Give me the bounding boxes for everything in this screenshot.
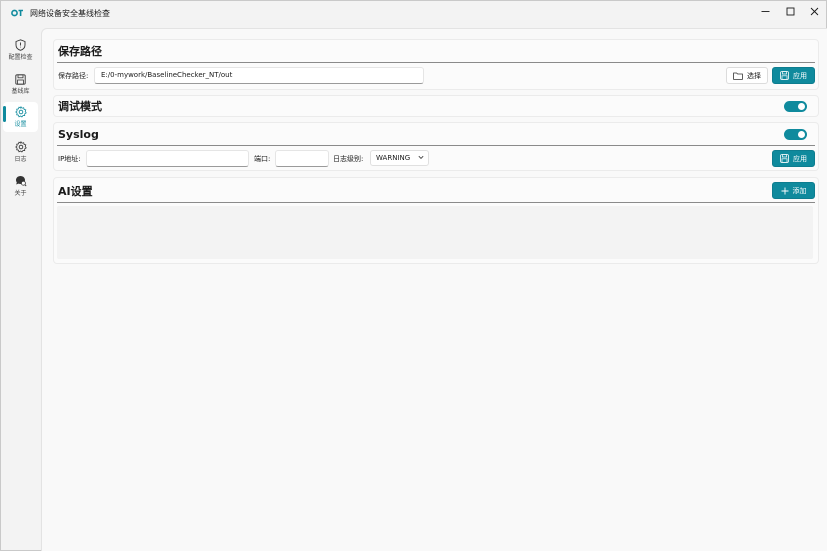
save-icon (15, 72, 26, 86)
sidebar-item-settings[interactable]: 设置 (3, 102, 38, 132)
apply-save-path-button[interactable]: 应用 (772, 67, 815, 84)
close-button[interactable] (802, 4, 826, 18)
sidebar-item-baseline-library[interactable]: 基线库 (3, 69, 38, 99)
settings-content: 保存路径 保存路径: E:/0-mywork/BaselineChecker_N… (41, 28, 827, 551)
select-folder-label: 选择 (747, 71, 761, 80)
section-divider (57, 62, 815, 63)
sidebar-item-about[interactable]: 关于 (3, 171, 38, 201)
gear-icon (14, 105, 27, 119)
minimize-icon (761, 10, 769, 12)
chevron-down-icon (418, 155, 424, 159)
window-title: 网络设备安全基线检查 (30, 9, 110, 18)
add-ai-config-button[interactable]: 添加 (772, 182, 815, 199)
select-folder-button[interactable]: 选择 (726, 67, 768, 84)
app-window: 网络设备安全基线检查 配置检查 基线库 设置 日志 关于 保存路径 保存路径: … (0, 0, 827, 551)
section-divider (57, 202, 815, 203)
sidebar-item-logs[interactable]: 日志 (3, 137, 38, 167)
close-icon (810, 7, 818, 15)
section-divider (57, 145, 815, 146)
debug-mode-card: 调试模式 (53, 95, 819, 117)
ai-settings-list (57, 206, 813, 259)
apply-label: 应用 (793, 71, 807, 80)
plus-icon (781, 187, 788, 194)
log-level-select[interactable]: WARNING (370, 150, 429, 166)
gear-icon (14, 140, 27, 154)
save-icon (780, 71, 789, 80)
sidebar-item-label: 关于 (14, 190, 27, 197)
toggle-knob (798, 131, 805, 138)
app-logo-icon (11, 9, 23, 17)
folder-icon (733, 72, 743, 80)
active-nav-indicator (3, 106, 6, 122)
syslog-card: Syslog IP地址: 端口: 日志级别: WARNING 应用 (53, 122, 819, 171)
maximize-button[interactable] (778, 4, 802, 18)
sidebar-item-label: 设置 (14, 121, 27, 128)
ip-address-label: IP地址: (58, 155, 81, 163)
save-path-card: 保存路径 保存路径: E:/0-mywork/BaselineChecker_N… (53, 39, 819, 90)
title-bar: 网络设备安全基线检查 (1, 1, 826, 28)
add-label: 添加 (792, 186, 807, 195)
log-level-label: 日志级别: (333, 155, 364, 163)
syslog-toggle[interactable] (784, 129, 807, 140)
save-path-input[interactable]: E:/0-mywork/BaselineChecker_NT/out (94, 67, 424, 84)
minimize-button[interactable] (753, 4, 777, 18)
sidebar-item-label: 配置检查 (8, 54, 33, 61)
section-title-syslog: Syslog (58, 128, 99, 141)
ai-settings-card: AI设置 添加 (53, 177, 819, 264)
toggle-knob (798, 103, 805, 110)
shield-icon (15, 38, 26, 52)
section-title-debug-mode: 调试模式 (58, 100, 102, 113)
sidebar-item-config-check[interactable]: 配置检查 (3, 35, 38, 65)
log-level-value: WARNING (376, 154, 411, 162)
sidebar-item-label: 日志 (14, 156, 27, 163)
maximize-icon (786, 7, 794, 15)
port-input[interactable] (275, 150, 329, 167)
port-label: 端口: (254, 155, 271, 163)
app-logo (11, 9, 23, 19)
section-title-save-path: 保存路径 (58, 45, 102, 58)
debug-mode-toggle[interactable] (784, 101, 807, 112)
save-path-label: 保存路径: (58, 72, 89, 80)
ip-address-input[interactable] (86, 150, 249, 167)
save-icon (780, 154, 789, 163)
section-title-ai-settings: AI设置 (58, 185, 93, 198)
sidebar: 配置检查 基线库 设置 日志 关于 (1, 29, 40, 549)
sidebar-item-label: 基线库 (11, 88, 30, 95)
apply-syslog-button[interactable]: 应用 (772, 150, 815, 167)
apply-label: 应用 (793, 154, 807, 163)
chat-search-icon (15, 174, 27, 188)
